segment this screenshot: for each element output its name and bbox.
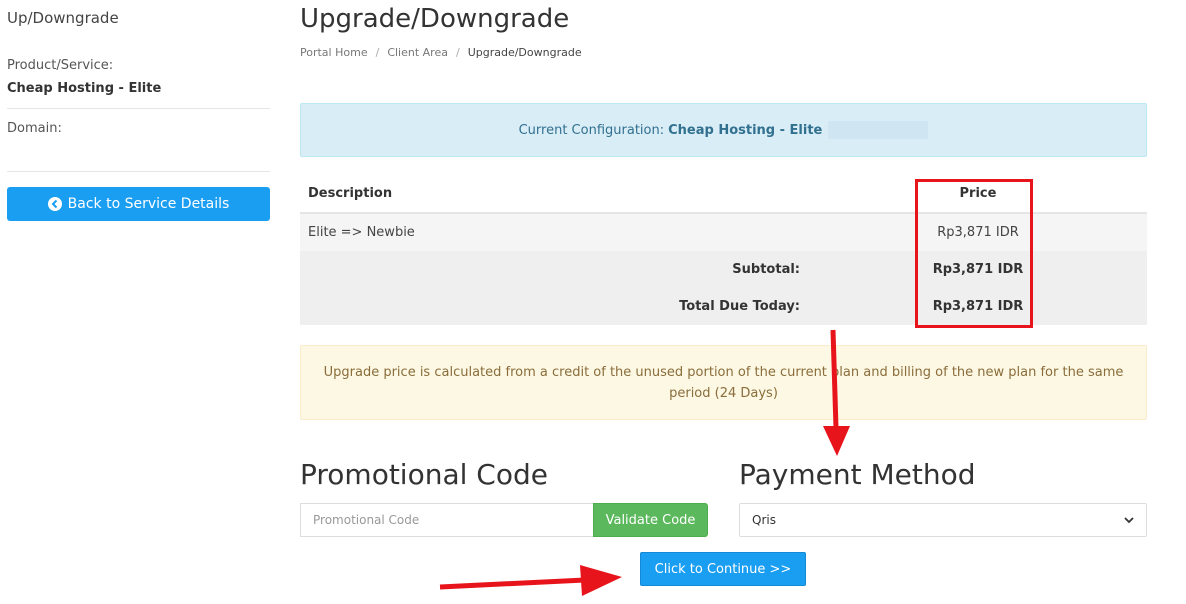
- validate-code-button[interactable]: Validate Code: [593, 503, 708, 537]
- sidebar-title: Up/Downgrade: [7, 9, 119, 27]
- divider: [7, 171, 270, 172]
- back-to-service-button[interactable]: Back to Service Details: [7, 187, 270, 221]
- chevron-down-icon: [1124, 513, 1134, 527]
- payment-method-heading: Payment Method: [739, 458, 976, 491]
- domain-label: Domain:: [7, 121, 62, 136]
- current-configuration-alert: Current Configuration: Cheap Hosting - E…: [300, 103, 1147, 157]
- product-label: Product/Service:: [7, 58, 114, 73]
- total-label: Total Due Today:: [679, 299, 800, 314]
- promo-code-input[interactable]: Promotional Code: [300, 503, 594, 537]
- breadcrumb-client-area[interactable]: Client Area: [387, 46, 448, 59]
- redacted-domain: [828, 121, 929, 139]
- divider: [7, 108, 270, 109]
- right-arrow-annotation: [439, 565, 622, 596]
- payment-method-value: Qris: [752, 513, 776, 527]
- config-value: Cheap Hosting - Elite: [668, 122, 823, 138]
- product-value: Cheap Hosting - Elite: [7, 81, 162, 96]
- breadcrumb: Portal Home / Client Area / Upgrade/Down…: [300, 46, 582, 59]
- promo-code-heading: Promotional Code: [300, 458, 548, 491]
- page-title: Upgrade/Downgrade: [300, 4, 570, 34]
- breadcrumb-current: Upgrade/Downgrade: [467, 46, 582, 59]
- price-highlight-annotation: [915, 179, 1033, 328]
- row-description: Elite => Newbie: [308, 225, 415, 240]
- back-button-label: Back to Service Details: [67, 196, 230, 212]
- continue-button[interactable]: Click to Continue >>: [640, 552, 806, 586]
- breadcrumb-separator: /: [455, 46, 460, 59]
- payment-method-select[interactable]: Qris: [739, 503, 1147, 537]
- config-label: Current Configuration:: [518, 122, 665, 138]
- subtotal-label: Subtotal:: [732, 262, 800, 277]
- breadcrumb-separator: /: [375, 46, 380, 59]
- arrow-left-circle-icon: [47, 197, 62, 211]
- header-description: Description: [308, 186, 393, 201]
- breadcrumb-portal-home[interactable]: Portal Home: [300, 46, 368, 59]
- upgrade-price-notice: Upgrade price is calculated from a credi…: [300, 345, 1147, 420]
